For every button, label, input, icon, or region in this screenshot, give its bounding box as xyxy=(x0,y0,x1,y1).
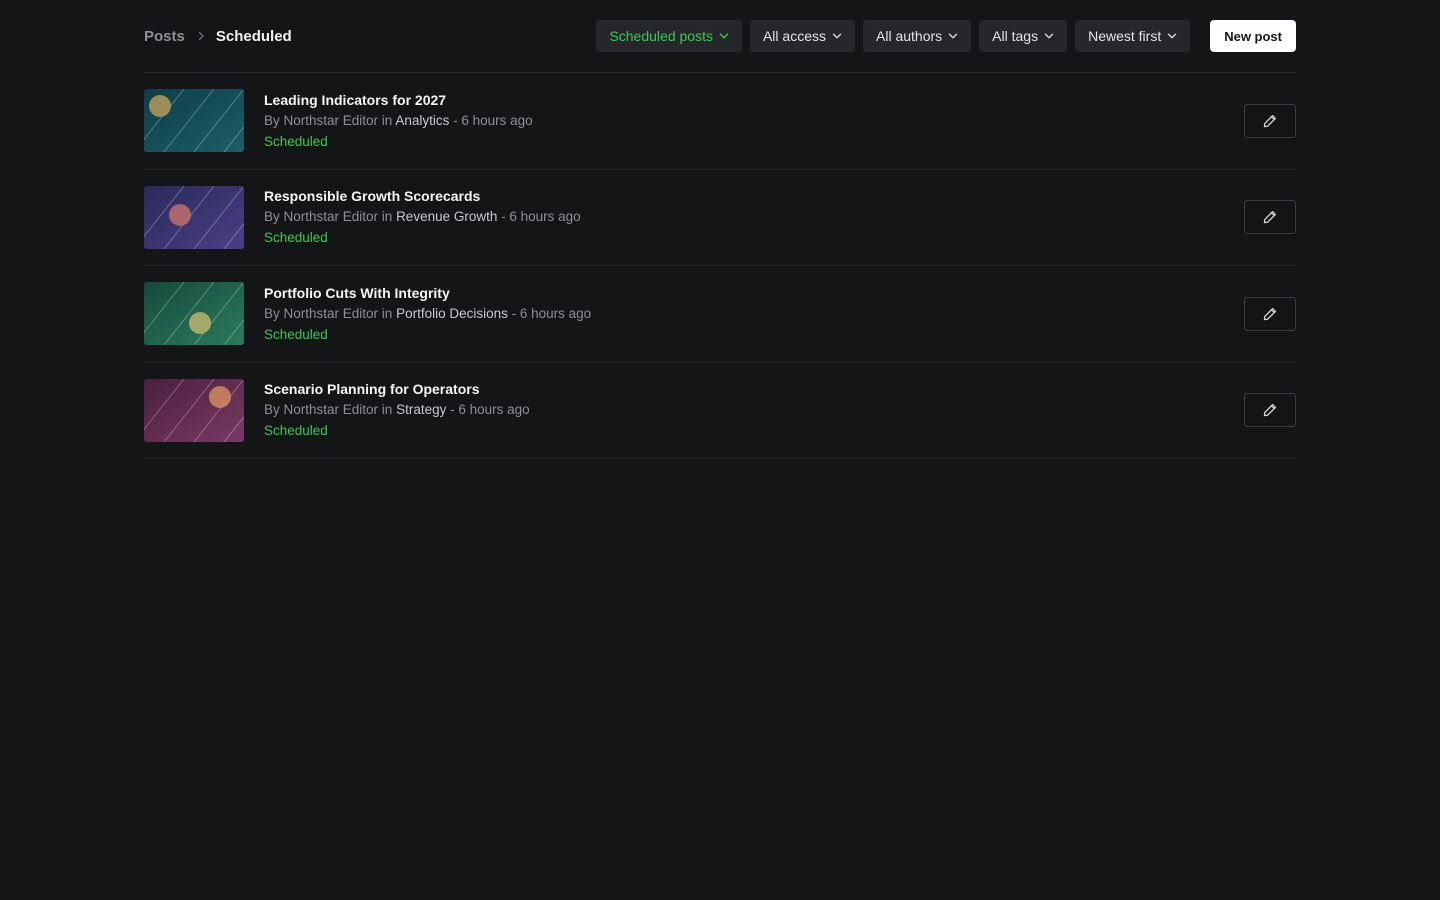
filter-label: All tags xyxy=(992,28,1039,44)
post-title[interactable]: Scenario Planning for Operators xyxy=(264,380,1244,398)
thumbnail-art xyxy=(144,378,244,442)
post-title[interactable]: Responsible Growth Scorecards xyxy=(264,187,1244,205)
post-row[interactable]: Portfolio Cuts With Integrity By Northst… xyxy=(144,266,1296,363)
post-tag: Strategy xyxy=(396,402,447,418)
post-byline: By Northstar Editor in xyxy=(264,402,393,418)
filter-status-dropdown[interactable]: Scheduled posts xyxy=(596,20,742,52)
post-meta: By Northstar Editor in Analytics - 6 hou… xyxy=(264,111,1244,131)
post-tag: Portfolio Decisions xyxy=(396,305,508,321)
chevron-down-icon xyxy=(718,30,730,42)
post-byline: By Northstar Editor in xyxy=(264,305,393,321)
post-tag: Analytics xyxy=(395,112,450,128)
content-container: Posts Scheduled Scheduled posts All acce… xyxy=(144,0,1296,459)
post-byline: By Northstar Editor in xyxy=(264,112,393,128)
chevron-down-icon xyxy=(831,30,843,42)
page-title: Scheduled xyxy=(215,27,292,45)
pencil-icon xyxy=(1263,404,1277,417)
pencil-icon xyxy=(1263,114,1277,127)
status-badge: Scheduled xyxy=(264,133,328,149)
post-time: - 6 hours ago xyxy=(453,112,533,128)
pencil-icon xyxy=(1263,211,1277,224)
post-row[interactable]: Leading Indicators for 2027 By Northstar… xyxy=(144,73,1296,170)
edit-post-button[interactable] xyxy=(1244,393,1296,428)
filter-authors-dropdown[interactable]: All authors xyxy=(863,20,972,52)
chevron-down-icon xyxy=(1043,30,1055,42)
chevron-down-icon xyxy=(947,30,959,42)
post-thumbnail xyxy=(144,185,244,249)
post-meta: By Northstar Editor in Strategy - 6 hour… xyxy=(264,400,1244,420)
status-badge: Scheduled xyxy=(264,326,328,342)
filter-label: Scheduled posts xyxy=(609,28,713,44)
chevron-right-icon xyxy=(191,26,211,46)
post-thumbnail xyxy=(144,378,244,442)
thumbnail-art xyxy=(144,89,244,153)
breadcrumb-posts-link[interactable]: Posts xyxy=(144,28,185,45)
thumbnail-art xyxy=(144,282,244,346)
posts-page: Posts Scheduled Scheduled posts All acce… xyxy=(0,0,1440,900)
edit-post-button[interactable] xyxy=(1244,200,1296,235)
chevron-down-icon xyxy=(1166,30,1178,42)
post-info: Responsible Growth Scorecards By Northst… xyxy=(264,187,1244,247)
new-post-button[interactable]: New post xyxy=(1210,20,1296,52)
status-badge: Scheduled xyxy=(264,423,328,439)
filter-access-dropdown[interactable]: All access xyxy=(749,20,855,52)
thumbnail-art xyxy=(144,185,244,249)
post-byline: By Northstar Editor in xyxy=(264,209,393,225)
post-info: Scenario Planning for Operators By North… xyxy=(264,380,1244,440)
post-title[interactable]: Portfolio Cuts With Integrity xyxy=(264,284,1244,302)
filter-label: All access xyxy=(762,28,826,44)
pencil-icon xyxy=(1263,307,1277,320)
post-info: Portfolio Cuts With Integrity By Northst… xyxy=(264,284,1244,344)
post-tag: Revenue Growth xyxy=(396,209,498,225)
post-row[interactable]: Responsible Growth Scorecards By Northst… xyxy=(144,170,1296,266)
sort-order-dropdown[interactable]: Newest first xyxy=(1075,20,1191,52)
post-time: - 6 hours ago xyxy=(501,209,581,225)
post-meta: By Northstar Editor in Portfolio Decisio… xyxy=(264,304,1244,324)
post-info: Leading Indicators for 2027 By Northstar… xyxy=(264,91,1244,151)
post-time: - 6 hours ago xyxy=(511,305,592,321)
edit-post-button[interactable] xyxy=(1244,296,1296,331)
post-thumbnail xyxy=(144,282,244,346)
post-list: Leading Indicators for 2027 By Northstar… xyxy=(144,73,1296,459)
post-meta: By Northstar Editor in Revenue Growth - … xyxy=(264,207,1244,227)
post-time: - 6 hours ago xyxy=(450,402,530,418)
post-row[interactable]: Scenario Planning for Operators By North… xyxy=(144,363,1296,459)
post-title[interactable]: Leading Indicators for 2027 xyxy=(264,91,1244,109)
page-header: Posts Scheduled Scheduled posts All acce… xyxy=(144,0,1296,73)
breadcrumb: Posts Scheduled xyxy=(144,26,292,46)
filter-toolbar: Scheduled posts All access All authors A… xyxy=(588,20,1296,52)
edit-post-button[interactable] xyxy=(1244,103,1296,138)
status-badge: Scheduled xyxy=(264,230,328,246)
post-thumbnail xyxy=(144,89,244,153)
filter-label: All authors xyxy=(876,28,943,44)
filter-tags-dropdown[interactable]: All tags xyxy=(979,20,1068,52)
filter-label: Newest first xyxy=(1088,28,1162,44)
